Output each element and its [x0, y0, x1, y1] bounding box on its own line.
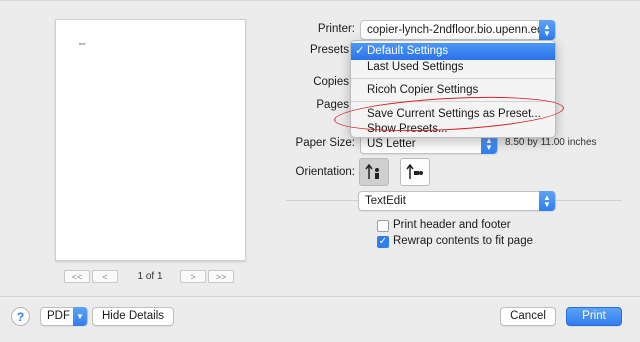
printer-value: copier-lynch-2ndfloor.bio.upenn.edu — [367, 24, 550, 36]
presets-menu: ✓ Default Settings Last Used Settings Ri… — [350, 40, 556, 138]
paper-size-value: US Letter — [367, 138, 416, 150]
pages-label: Pages — [316, 99, 349, 111]
landscape-orientation-button[interactable] — [400, 158, 430, 186]
menu-separator — [351, 101, 555, 102]
printer-popup[interactable]: copier-lynch-2ndfloor.bio.upenn.edu ▲ ▼ — [360, 20, 556, 40]
print-dialog: text << < 1 of 1 > >> Printer: copier-ly… — [0, 0, 640, 342]
chevron-updown-icon: ▲▼ — [539, 191, 555, 211]
menu-item-label: Last Used Settings — [367, 61, 464, 73]
page-count: 1 of 1 — [137, 271, 163, 282]
print-button[interactable]: Print — [566, 307, 622, 326]
portrait-orientation-button[interactable] — [359, 158, 389, 186]
pdf-button[interactable]: PDF ▼ — [40, 307, 88, 326]
last-page-button[interactable]: >> — [208, 270, 234, 283]
menu-item-ricoh-copier-settings[interactable]: Ricoh Copier Settings — [351, 82, 555, 99]
menu-item-default-settings[interactable]: ✓ Default Settings — [351, 43, 555, 60]
paper-dimensions: 8.50 by 11.00 inches — [505, 137, 597, 148]
menu-item-label: Default Settings — [367, 45, 449, 57]
prev-page-button[interactable]: < — [92, 270, 118, 283]
pdf-label: PDF — [47, 310, 70, 322]
header-footer-label: Print header and footer — [393, 219, 511, 231]
menu-separator — [351, 78, 555, 79]
portrait-icon — [365, 163, 379, 179]
chevron-updown-icon: ▲▼ — [539, 20, 555, 40]
page-preview: text — [55, 19, 246, 261]
menu-item-label: Ricoh Copier Settings — [367, 84, 479, 96]
cancel-button[interactable]: Cancel — [500, 307, 556, 326]
checkmark-icon: ✓ — [378, 236, 388, 247]
header-footer-checkbox[interactable] — [377, 220, 389, 232]
menu-item-label: Save Current Settings as Preset... — [367, 108, 541, 120]
printer-label: Printer: — [317, 23, 355, 35]
landscape-icon — [406, 163, 423, 179]
preview-text: text — [79, 41, 86, 46]
checkmark-icon: ✓ — [355, 45, 365, 57]
app-options-popup[interactable]: TextEdit ▲ ▼ — [358, 191, 556, 211]
rewrap-checkbox[interactable]: ✓ — [377, 236, 389, 248]
orientation-label: Orientation: — [295, 166, 355, 178]
menu-item-last-used-settings[interactable]: Last Used Settings — [351, 59, 555, 76]
chevron-down-icon: ▼ — [73, 307, 87, 326]
next-page-button[interactable]: > — [180, 270, 206, 283]
first-page-button[interactable]: << — [64, 270, 90, 283]
menu-item-show-presets[interactable]: Show Presets... — [351, 121, 555, 138]
hide-details-button[interactable]: Hide Details — [92, 307, 174, 326]
top-divider — [0, 0, 640, 1]
app-options-value: TextEdit — [365, 195, 406, 207]
menu-item-label: Show Presets... — [367, 123, 448, 135]
presets-label: Presets — [310, 44, 349, 56]
copies-label: Copies — [313, 76, 349, 88]
bottom-divider — [0, 296, 640, 297]
paper-size-label: Paper Size: — [295, 137, 355, 149]
help-button[interactable]: ? — [11, 307, 30, 326]
rewrap-label: Rewrap contents to fit page — [393, 235, 533, 247]
